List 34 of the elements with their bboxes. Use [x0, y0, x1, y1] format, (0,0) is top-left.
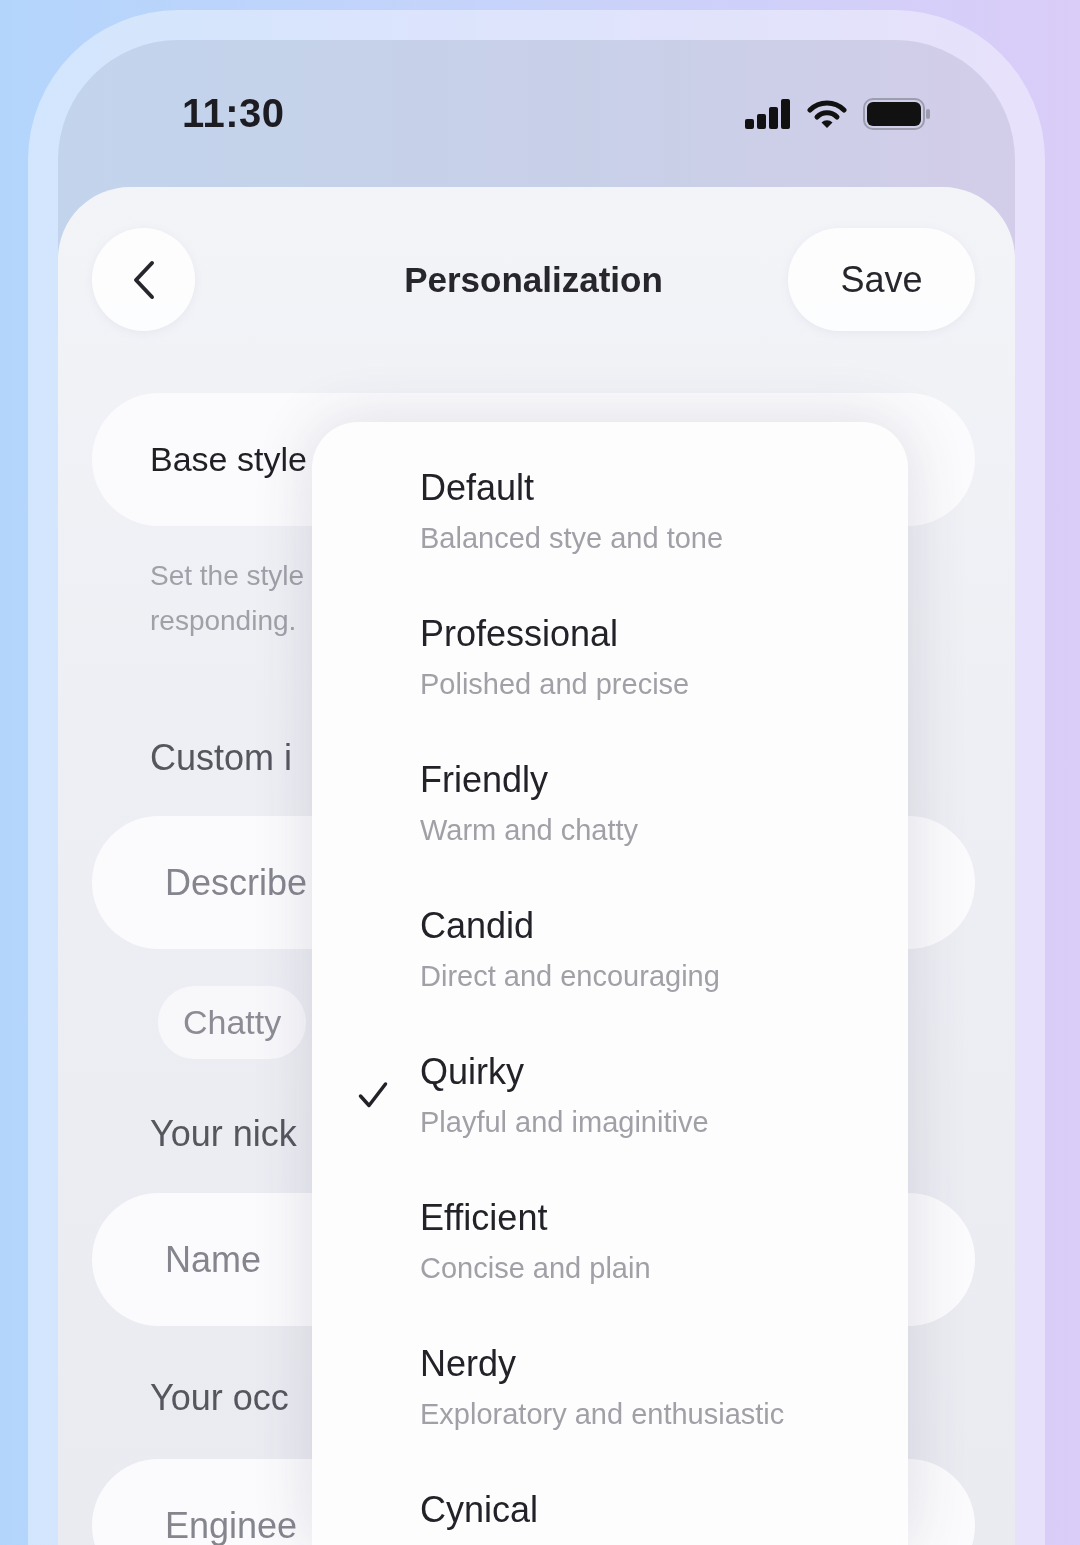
style-option[interactable]: Professional Polished and precise	[312, 612, 908, 758]
help-text: Set the style responding.	[150, 559, 305, 638]
style-option[interactable]: Default Balanced stye and tone	[312, 466, 908, 612]
option-description: Polished and precise	[420, 667, 690, 702]
cellular-signal-icon	[745, 98, 791, 129]
option-description: Warm and chatty	[420, 813, 639, 848]
save-button[interactable]: Save	[788, 228, 975, 331]
option-title: Default	[420, 466, 535, 510]
style-option[interactable]: Efficient Concise and plain	[312, 1196, 908, 1342]
section-label: Your nick	[150, 1112, 297, 1156]
option-title: Professional	[420, 612, 619, 656]
wifi-icon	[807, 98, 847, 129]
option-description: Playful and imaginitive	[420, 1105, 709, 1140]
option-description: Exploratory and enthusiastic	[420, 1397, 785, 1432]
battery-icon	[863, 97, 931, 130]
style-option[interactable]: Candid Direct and encouraging	[312, 904, 908, 1050]
option-title: Candid	[420, 904, 535, 948]
option-title: Friendly	[420, 758, 549, 802]
option-title: Cynical	[420, 1488, 539, 1532]
option-title: Efficient	[420, 1196, 548, 1240]
page-title: Personalization	[404, 259, 663, 300]
option-description: Balanced stye and tone	[420, 521, 724, 556]
style-option[interactable]: Quirky Playful and imaginitive	[312, 1050, 908, 1196]
style-option[interactable]: Nerdy Exploratory and enthusiastic	[312, 1342, 908, 1488]
option-title: Quirky	[420, 1050, 524, 1094]
style-option[interactable]: Cynical	[312, 1488, 908, 1545]
chevron-left-icon	[131, 259, 156, 300]
option-description: Concise and plain	[420, 1251, 651, 1286]
status-time: 11:30	[182, 91, 285, 136]
option-title: Nerdy	[420, 1342, 517, 1386]
section-label: Your occ	[150, 1376, 289, 1420]
style-option[interactable]: Friendly Warm and chatty	[312, 758, 908, 904]
section-label: Custom i	[150, 736, 293, 780]
option-description: Direct and encouraging	[420, 959, 720, 994]
